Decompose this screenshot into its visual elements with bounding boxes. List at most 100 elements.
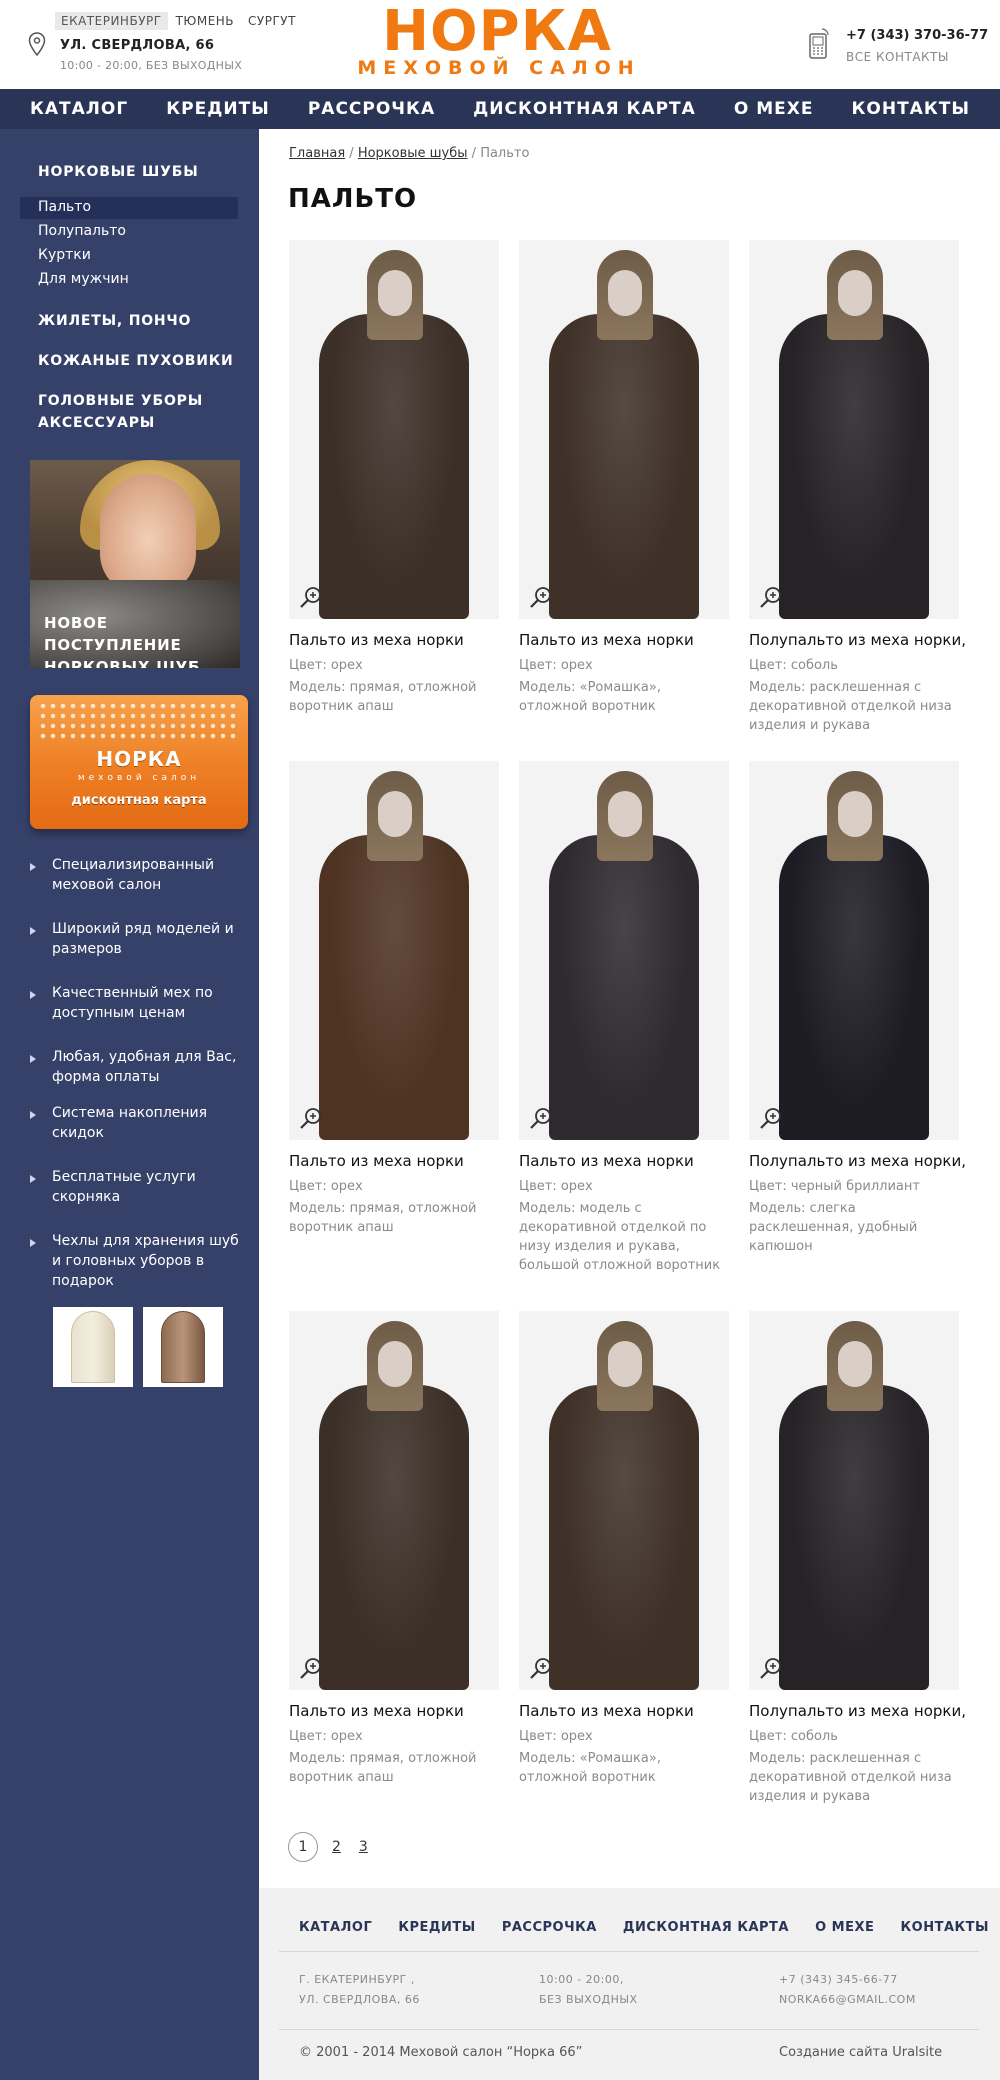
mannequin-face [608, 270, 642, 316]
sidebar-item-men[interactable]: Для мужчин [38, 271, 129, 287]
nav-credits[interactable]: КРЕДИТЫ [166, 99, 270, 119]
product-image[interactable] [289, 761, 499, 1140]
footer-nav-credits[interactable]: КРЕДИТЫ [398, 1920, 475, 1935]
page-3[interactable]: 3 [359, 1839, 368, 1855]
product-color: Цвет: черный бриллиант [749, 1179, 920, 1194]
footer-nav-contacts[interactable]: КОНТАКТЫ [901, 1920, 989, 1935]
card-subtitle: меховой салон [77, 773, 201, 783]
sidebar-item-half-coats[interactable]: Полупальто [38, 223, 126, 239]
mannequin-face [838, 791, 872, 837]
main-nav: КАТАЛОГ КРЕДИТЫ РАССРОЧКА ДИСКОНТНАЯ КАР… [0, 89, 1000, 129]
nav-contacts[interactable]: КОНТАКТЫ [852, 99, 970, 119]
product-name[interactable]: Полупальто из меха норки, [749, 1152, 966, 1170]
store-hours: 10:00 - 20:00, БЕЗ ВЫХОДНЫХ [60, 59, 243, 72]
city-link[interactable]: ЕКАТЕРИНБУРГ [55, 12, 168, 30]
product-image[interactable] [749, 761, 959, 1140]
product-coat [319, 835, 469, 1140]
footer-nav-catalog[interactable]: КАТАЛОГ [299, 1920, 372, 1935]
product-model: Модель: модель с декоративной отделкой п… [519, 1201, 721, 1273]
product-image[interactable] [519, 1311, 729, 1690]
footer-phone[interactable]: +7 (343) 345-66-77 [779, 1970, 916, 1990]
product-name[interactable]: Пальто из меха норки [289, 1152, 464, 1170]
product-name[interactable]: Пальто из меха норки [289, 1702, 464, 1720]
site-credit-link[interactable]: Создание сайта Uralsite [779, 2045, 942, 2060]
nav-discount-card[interactable]: ДИСКОНТНАЯ КАРТА [473, 99, 696, 119]
product-model: Модель: слегка расклешенная, удобный кап… [749, 1201, 918, 1254]
new-arrivals-banner[interactable]: НОВОЕ ПОСТУПЛЕНИЕ НОРКОВЫХ ШУБ [30, 460, 240, 668]
city-link[interactable]: СУРГУТ [242, 12, 302, 30]
sidebar-section-mink-coats[interactable]: НОРКОВЫЕ ШУБЫ [38, 161, 199, 183]
product-coat [779, 314, 929, 619]
logo-title[interactable]: НОРКА [366, 4, 628, 60]
product-coat [549, 314, 699, 619]
feature-item: Бесплатные услуги скорняка [52, 1169, 196, 1205]
product-name[interactable]: Пальто из меха норки [289, 631, 464, 649]
mannequin-face [378, 1341, 412, 1387]
product-image[interactable] [289, 1311, 499, 1690]
footer-nav-about-fur[interactable]: О МЕХЕ [815, 1920, 874, 1935]
footer-nav-installment[interactable]: РАССРОЧКА [502, 1920, 597, 1935]
nav-catalog[interactable]: КАТАЛОГ [30, 99, 128, 119]
zoom-icon[interactable] [299, 1106, 323, 1130]
product-image[interactable] [749, 1311, 959, 1690]
store-address: УЛ. СВЕРДЛОВА, 66 [60, 38, 215, 53]
product-name[interactable]: Пальто из меха норки [519, 1702, 694, 1720]
footer-contacts: +7 (343) 345-66-77 NORKA66@GMAIL.COM [779, 1970, 916, 2010]
sidebar-section-leather[interactable]: КОЖАНЫЕ ПУХОВИКИ [38, 350, 234, 372]
feature-item: Чехлы для хранения шуб и головных уборов… [52, 1233, 239, 1289]
product-image[interactable] [749, 240, 959, 619]
footer-email[interactable]: NORKA66@GMAIL.COM [779, 1990, 916, 2010]
sidebar-section-accessories[interactable]: АКСЕССУАРЫ [38, 412, 155, 434]
product-image[interactable] [519, 240, 729, 619]
mannequin-face [378, 270, 412, 316]
footer-nav-discount-card[interactable]: ДИСКОНТНАЯ КАРТА [623, 1920, 789, 1935]
all-contacts-link[interactable]: ВСЕ КОНТАКТЫ [846, 50, 949, 64]
nav-about-fur[interactable]: О МЕХЕ [734, 99, 814, 119]
sidebar-section-hats[interactable]: ГОЛОВНЫЕ УБОРЫ [38, 390, 203, 412]
phone-icon [809, 28, 829, 59]
arrow-right-icon [30, 863, 36, 871]
location-pin-icon [28, 32, 46, 56]
mannequin-face [608, 791, 642, 837]
product-image[interactable] [289, 240, 499, 619]
product-name[interactable]: Пальто из меха норки [519, 631, 694, 649]
logo-subtitle: МЕХОВОЙ САЛОН [357, 57, 641, 79]
zoom-icon[interactable] [759, 585, 783, 609]
footer: КАТАЛОГ КРЕДИТЫ РАССРОЧКА ДИСКОНТНАЯ КАР… [259, 1888, 1000, 2080]
zoom-icon[interactable] [299, 1656, 323, 1680]
discount-card-banner[interactable]: НОРКА меховой салон дисконтная карта [30, 695, 248, 829]
garment-cover-image [143, 1307, 223, 1387]
zoom-icon[interactable] [529, 585, 553, 609]
nav-installment[interactable]: РАССРОЧКА [308, 99, 435, 119]
page-1[interactable]: 1 [288, 1832, 318, 1862]
header-phone[interactable]: +7 (343) 370-36-77 [846, 28, 988, 43]
breadcrumb-parent[interactable]: Норковые шубы [358, 146, 468, 161]
sidebar-item-coats[interactable]: Пальто [38, 199, 91, 215]
arrow-right-icon [30, 1175, 36, 1183]
product-coat [549, 835, 699, 1140]
footer-divider [279, 2029, 979, 2030]
zoom-icon[interactable] [759, 1656, 783, 1680]
page-2[interactable]: 2 [332, 1839, 341, 1855]
sidebar-item-jackets[interactable]: Куртки [38, 247, 91, 263]
zoom-icon[interactable] [529, 1106, 553, 1130]
product-name[interactable]: Полупальто из меха норки, [749, 1702, 966, 1720]
banner-model-face [100, 474, 196, 594]
zoom-icon[interactable] [299, 585, 323, 609]
product-name[interactable]: Пальто из меха норки [519, 1152, 694, 1170]
feature-item: Специализированный меховой салон [52, 857, 215, 893]
product-color: Цвет: орех [289, 658, 363, 673]
zoom-icon[interactable] [759, 1106, 783, 1130]
product-color: Цвет: орех [289, 1179, 363, 1194]
city-link[interactable]: ТЮМЕНЬ [170, 12, 240, 30]
feature-item: Качественный мех по доступным ценам [52, 985, 213, 1021]
product-name[interactable]: Полупальто из меха норки, [749, 631, 966, 649]
sidebar-section-vests[interactable]: ЖИЛЕТЫ, ПОНЧО [38, 310, 191, 332]
arrow-right-icon [30, 991, 36, 999]
product-color: Цвет: орех [289, 1729, 363, 1744]
cover-bag [71, 1311, 115, 1383]
product-image[interactable] [519, 761, 729, 1140]
breadcrumb-home[interactable]: Главная [289, 146, 345, 161]
zoom-icon[interactable] [529, 1656, 553, 1680]
product-model: Модель: прямая, отложной воротник апаш [289, 680, 477, 714]
